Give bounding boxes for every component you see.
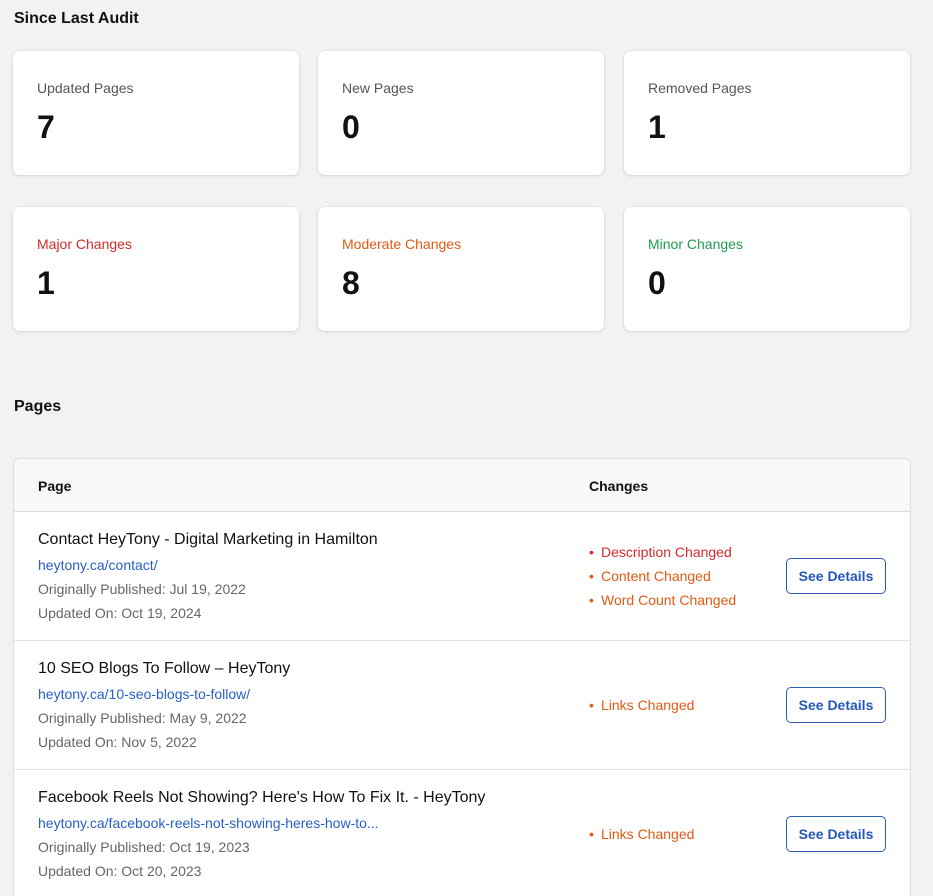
page-url-link[interactable]: heytony.ca/facebook-reels-not-showing-he… [38, 815, 379, 831]
stat-card-moderate-changes: Moderate Changes 8 [318, 207, 604, 331]
see-details-button[interactable]: See Details [786, 558, 886, 594]
updated-value: Oct 19, 2024 [121, 605, 202, 621]
stat-label: Moderate Changes [342, 236, 462, 252]
published-value: May 9, 2022 [169, 710, 247, 726]
stat-label: Removed Pages [648, 80, 752, 96]
changes-list: • Description Changed • Content Changed • W… [589, 540, 736, 612]
stat-value: 0 [648, 265, 666, 301]
change-item: • Links Changed [589, 693, 694, 717]
change-item: • Content Changed [589, 564, 736, 588]
stat-label: New Pages [342, 80, 414, 96]
published-date: Originally Published: Jul 19, 2022 [38, 581, 246, 597]
bullet-icon: • [589, 697, 594, 713]
table-row: Facebook Reels Not Showing? Here's How T… [14, 770, 910, 896]
stat-value: 1 [37, 265, 55, 301]
updated-date: Updated On: Nov 5, 2022 [38, 734, 197, 750]
page-title: Facebook Reels Not Showing? Here's How T… [38, 789, 486, 806]
updated-date: Updated On: Oct 19, 2024 [38, 605, 201, 621]
updated-value: Nov 5, 2022 [121, 734, 197, 750]
table-header: Page Changes [14, 459, 910, 512]
updated-value: Oct 20, 2023 [121, 863, 202, 879]
page-title: Contact HeyTony - Digital Marketing in H… [38, 531, 378, 548]
change-item: • Links Changed [589, 822, 694, 846]
column-header-changes: Changes [589, 478, 649, 494]
bullet-icon: • [589, 592, 594, 608]
bullet-icon: • [589, 544, 594, 560]
stat-card-updated-pages: Updated Pages 7 [13, 51, 299, 175]
published-date: Originally Published: May 9, 2022 [38, 710, 247, 726]
stat-value: 7 [37, 109, 55, 145]
since-last-audit-heading: Since Last Audit [14, 10, 139, 27]
published-label: Originally Published: [38, 839, 166, 855]
column-header-page: Page [38, 478, 72, 494]
table-row: Contact HeyTony - Digital Marketing in H… [14, 512, 910, 641]
pages-table: Page Changes Contact HeyTony - Digital M… [13, 458, 911, 896]
published-date: Originally Published: Oct 19, 2023 [38, 839, 250, 855]
see-details-button[interactable]: See Details [786, 687, 886, 723]
changes-list: • Links Changed [589, 822, 694, 846]
stat-value: 0 [342, 109, 360, 145]
bullet-icon: • [589, 568, 594, 584]
pages-heading: Pages [14, 398, 62, 415]
change-text: Content Changed [601, 568, 711, 584]
published-value: Oct 19, 2023 [169, 839, 250, 855]
updated-label: Updated On: [38, 734, 118, 750]
published-label: Originally Published: [38, 581, 166, 597]
see-details-button[interactable]: See Details [786, 816, 886, 852]
page-title: 10 SEO Blogs To Follow – HeyTony [38, 660, 291, 677]
updated-date: Updated On: Oct 20, 2023 [38, 863, 201, 879]
published-value: Jul 19, 2022 [169, 581, 246, 597]
changes-list: • Links Changed [589, 693, 694, 717]
stat-card-minor-changes: Minor Changes 0 [624, 207, 910, 331]
change-text: Word Count Changed [601, 592, 737, 608]
published-label: Originally Published: [38, 710, 166, 726]
change-text: Links Changed [601, 697, 695, 713]
stat-card-new-pages: New Pages 0 [318, 51, 604, 175]
stat-value: 8 [342, 265, 360, 301]
page-url-link[interactable]: heytony.ca/10-seo-blogs-to-follow/ [38, 686, 250, 702]
change-item: • Description Changed [589, 540, 736, 564]
bullet-icon: • [589, 826, 594, 842]
page-url-link[interactable]: heytony.ca/contact/ [38, 557, 158, 573]
stat-card-removed-pages: Removed Pages 1 [624, 51, 910, 175]
change-text: Links Changed [601, 826, 695, 842]
stat-label: Updated Pages [37, 80, 134, 96]
stat-label: Minor Changes [648, 236, 743, 252]
audit-page: Since Last Audit Updated Pages 7 New Pag… [0, 0, 933, 896]
stat-value: 1 [648, 109, 666, 145]
updated-label: Updated On: [38, 863, 118, 879]
change-text: Description Changed [601, 544, 732, 560]
stat-card-major-changes: Major Changes 1 [13, 207, 299, 331]
updated-label: Updated On: [38, 605, 118, 621]
stat-label: Major Changes [37, 236, 132, 252]
table-row: 10 SEO Blogs To Follow – HeyTony heytony… [14, 641, 910, 770]
change-item: • Word Count Changed [589, 588, 736, 612]
